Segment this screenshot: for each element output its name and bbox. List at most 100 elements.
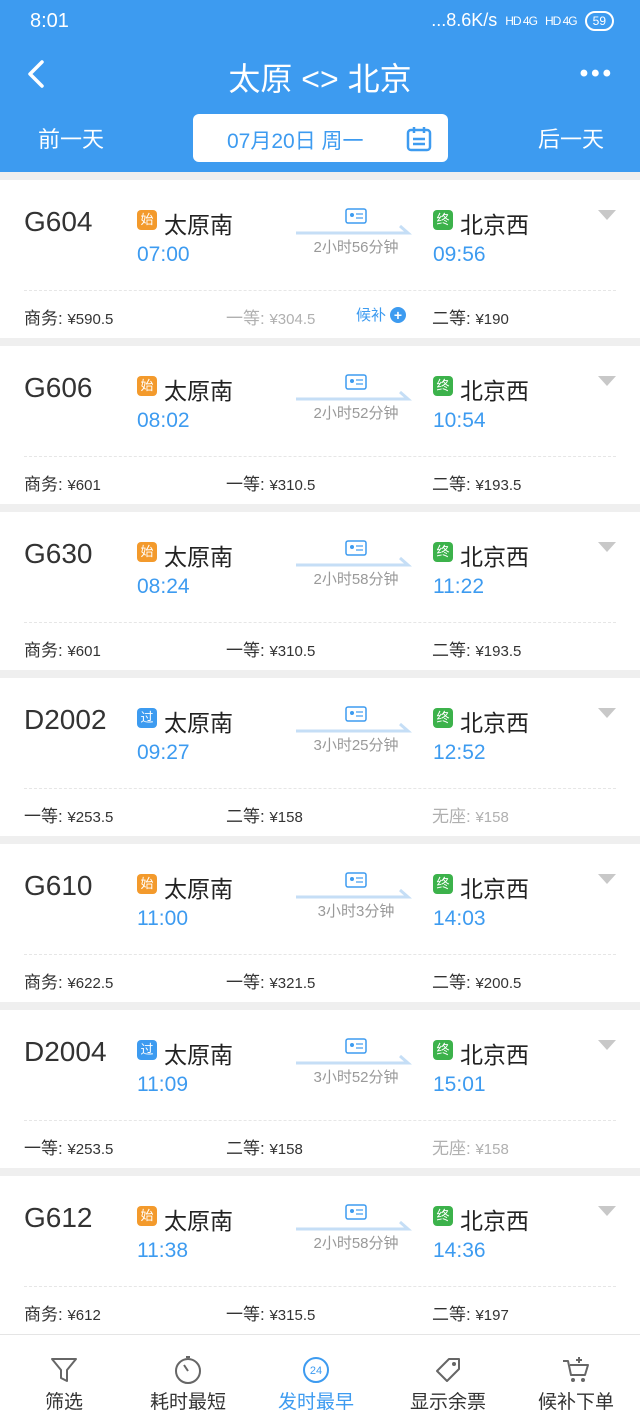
seat-price-value: ¥590.5 <box>67 311 114 328</box>
seat-price-value: ¥612 <box>67 1307 101 1324</box>
trip-duration: 2小时56分钟 <box>313 239 399 256</box>
ticket-id-icon <box>296 872 412 899</box>
train-number: G612 <box>24 1202 93 1233</box>
ticket-id-icon <box>296 374 412 401</box>
clock-24-icon: 24 <box>303 1357 329 1383</box>
trip-duration: 3小时3分钟 <box>317 903 395 920</box>
terminal-badge: 终 <box>433 1206 453 1226</box>
divider <box>24 456 616 457</box>
seat-class-label: 二等: <box>226 1139 265 1158</box>
seat-price-value: ¥197 <box>475 1307 509 1324</box>
departure-time: 09:27 <box>137 741 190 764</box>
calendar-icon <box>406 127 432 152</box>
seat-class-label: 二等: <box>226 807 265 826</box>
chevron-down-icon[interactable] <box>598 376 616 386</box>
train-card[interactable]: G610 始 太原南 11:00 3小时3分钟 终 北京西 14:03 商务: … <box>0 844 640 1002</box>
sort-shortest-button[interactable]: 耗时最短 <box>124 1335 252 1422</box>
show-tickets-label: 显示余票 <box>409 1392 486 1413</box>
train-number: D2004 <box>24 1036 107 1067</box>
waitlist-link[interactable]: 候补 + <box>356 304 407 325</box>
seat-price-1: 商务: ¥612 <box>24 1300 101 1325</box>
status-right: ...8.6K/s HD 4G HD 4G 59 <box>431 10 614 31</box>
plus-circle-icon: + <box>390 306 407 323</box>
seat-class-label: 一等: <box>226 1305 265 1324</box>
seat-class-label: 二等: <box>432 475 471 494</box>
divider <box>24 622 616 623</box>
terminal-badge: 终 <box>433 210 453 230</box>
seat-class-label: 二等: <box>432 309 471 328</box>
train-number: G610 <box>24 870 93 901</box>
departure-station: 太原南 <box>164 1208 233 1234</box>
train-card[interactable]: G630 始 太原南 08:24 2小时58分钟 终 北京西 11:22 商务:… <box>0 512 640 670</box>
show-tickets-button[interactable]: 显示余票 <box>384 1335 512 1422</box>
filter-button[interactable]: 筛选 <box>0 1335 128 1422</box>
departure-time: 07:00 <box>137 243 190 266</box>
arrival-station: 北京西 <box>460 1042 529 1068</box>
more-dots-icon[interactable]: ••• <box>580 60 614 88</box>
departure-time: 11:00 <box>137 907 188 930</box>
departure-station: 太原南 <box>164 378 233 404</box>
seat-price-value: ¥190 <box>475 311 509 328</box>
trip-duration: 2小时58分钟 <box>313 1235 399 1252</box>
chevron-down-icon[interactable] <box>598 874 616 884</box>
train-card[interactable]: G606 始 太原南 08:02 2小时52分钟 终 北京西 10:54 商务:… <box>0 346 640 504</box>
terminal-badge: 终 <box>433 874 453 894</box>
header-bar: 8:01 ...8.6K/s HD 4G HD 4G 59 太原 <> 北京 •… <box>0 0 640 172</box>
ticket-id-icon <box>296 1204 412 1231</box>
departure-station: 太原南 <box>164 1042 233 1068</box>
earliest-label: 发时最早 <box>277 1392 354 1413</box>
status-bar: 8:01 ...8.6K/s HD 4G HD 4G 59 <box>0 0 640 44</box>
trip-duration: 2小时52分钟 <box>313 405 399 422</box>
waitlist-order-button[interactable]: 候补下单 <box>512 1335 640 1422</box>
seat-price-value: ¥253.5 <box>67 1141 114 1158</box>
arrival-station: 北京西 <box>460 212 529 238</box>
chevron-down-icon[interactable] <box>598 542 616 552</box>
seat-price-2: 二等: ¥158 <box>226 802 303 827</box>
date-picker[interactable]: 07月20日 周一 <box>193 114 448 162</box>
origin-badge: 始 <box>137 210 157 230</box>
train-card[interactable]: G612 始 太原南 11:38 2小时58分钟 终 北京西 14:36 商务:… <box>0 1176 640 1334</box>
divider <box>24 1286 616 1287</box>
waitlist-label: 候补下单 <box>537 1392 614 1413</box>
train-card[interactable]: G604 始 太原南 07:00 2小时56分钟 终 北京西 09:56 商务:… <box>0 180 640 338</box>
seat-price-value: ¥601 <box>67 643 101 660</box>
prev-day-button[interactable]: 前一天 <box>38 122 104 154</box>
departure-time: 08:24 <box>137 575 190 598</box>
seat-price-1: 一等: ¥253.5 <box>24 802 113 827</box>
train-card[interactable]: D2004 过 太原南 11:09 3小时52分钟 终 北京西 15:01 一等… <box>0 1010 640 1168</box>
next-day-button[interactable]: 后一天 <box>538 122 604 154</box>
ticket-id-icon <box>296 706 412 733</box>
seat-price-value: ¥158 <box>475 1141 509 1158</box>
seat-class-label: 一等: <box>226 973 265 992</box>
seat-price-2: 二等: ¥158 <box>226 1134 303 1159</box>
seat-class-label: 商务: <box>24 973 63 992</box>
train-card[interactable]: D2002 过 太原南 09:27 3小时25分钟 终 北京西 12:52 一等… <box>0 678 640 836</box>
bottom-toolbar: 筛选 耗时最短 24 发时最早 显示余票 候补下单 <box>0 1334 640 1422</box>
chevron-down-icon[interactable] <box>598 210 616 220</box>
seat-price-3: 二等: ¥193.5 <box>432 636 521 661</box>
chevron-down-icon[interactable] <box>598 1206 616 1216</box>
status-time: 8:01 <box>30 10 69 32</box>
battery-icon: 59 <box>584 10 614 31</box>
sort-earliest-button[interactable]: 24 发时最早 <box>252 1335 380 1422</box>
signal-icon-2: HD 4G <box>544 13 578 28</box>
departure-station: 太原南 <box>164 544 233 570</box>
seat-price-1: 商务: ¥590.5 <box>24 304 113 329</box>
net-speed: ...8.6K/s <box>431 10 498 30</box>
seat-class-label: 一等: <box>226 641 265 660</box>
chevron-down-icon[interactable] <box>598 1040 616 1050</box>
divider <box>24 1120 616 1121</box>
departure-time: 08:02 <box>137 409 190 432</box>
seat-price-2: 一等: ¥310.5 <box>226 636 315 661</box>
seat-price-value: ¥315.5 <box>269 1307 316 1324</box>
origin-badge: 始 <box>137 874 157 894</box>
chevron-down-icon[interactable] <box>598 708 616 718</box>
seat-price-3: 二等: ¥190 <box>432 304 509 329</box>
date-text: 07月20日 周一 <box>227 130 364 153</box>
divider <box>24 954 616 955</box>
cart-icon <box>563 1357 589 1382</box>
signal-icon: HD 4G <box>505 13 538 28</box>
seat-price-value: ¥310.5 <box>269 477 316 494</box>
train-number: G606 <box>24 372 93 403</box>
terminal-badge: 终 <box>433 376 453 396</box>
